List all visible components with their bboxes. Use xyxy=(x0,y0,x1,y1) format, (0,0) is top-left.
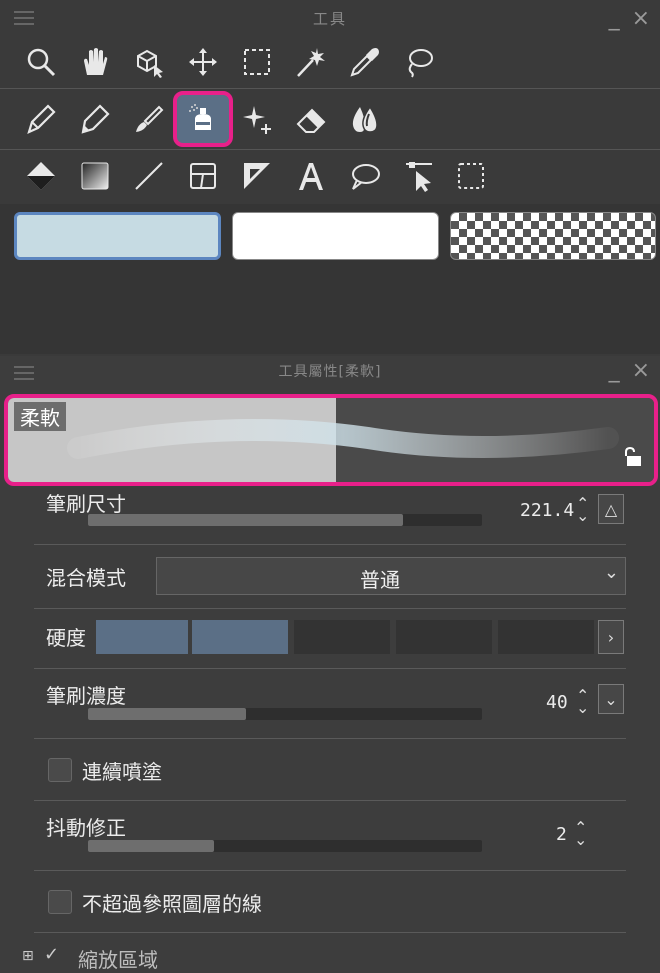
eraser-icon[interactable] xyxy=(290,98,332,140)
magic-wand-icon[interactable] xyxy=(290,41,332,83)
blend-mode-value: 普通 xyxy=(360,568,400,592)
lasso-icon[interactable] xyxy=(398,41,440,83)
tool-panel-titlebar: 工具 _ × xyxy=(0,0,660,36)
preview-label: 柔軟 xyxy=(14,402,66,431)
tool-row-3 xyxy=(0,150,660,204)
brush-size-spinner[interactable]: ⌃ ⌄ xyxy=(576,496,589,524)
stabilization-spinner[interactable]: ⌃ ⌄ xyxy=(574,820,587,848)
density-expand-button[interactable]: ⌄ xyxy=(598,684,624,714)
hardness-row: 硬度 › xyxy=(34,610,626,669)
selection-rect-icon[interactable] xyxy=(236,41,278,83)
brush-size-slider[interactable] xyxy=(88,514,482,526)
sub-tool-area xyxy=(0,204,660,354)
brush-density-spinner[interactable]: ⌃ ⌄ xyxy=(576,688,589,716)
check-icon: ✓ xyxy=(44,944,60,965)
props-titlebar: 工具屬性[柔軟] _ × xyxy=(0,356,660,386)
ref-layer-label: 不超過參照圖層的線 xyxy=(82,892,262,916)
ref-layer-row: 不超過參照圖層的線 xyxy=(34,872,626,933)
brush-density-slider-fill xyxy=(88,708,246,720)
magnifier-icon[interactable] xyxy=(20,41,62,83)
stabilization-label: 抖動修正 xyxy=(46,816,126,840)
stabilization-slider[interactable] xyxy=(88,840,482,852)
blend-icon[interactable] xyxy=(344,98,386,140)
hand-icon[interactable] xyxy=(74,41,116,83)
expand-icon[interactable]: ⊞ xyxy=(22,948,34,964)
gradient-icon[interactable] xyxy=(74,155,116,197)
correct-line-icon[interactable] xyxy=(398,155,440,197)
sub-tool-soft[interactable] xyxy=(14,212,221,260)
sub-tool-white[interactable] xyxy=(232,212,439,260)
text-icon[interactable] xyxy=(290,155,332,197)
stabilization-row: 抖動修正 2 ⌃ ⌄ xyxy=(34,802,626,871)
hardness-segment-1[interactable] xyxy=(96,620,188,654)
scale-region-row: ⊞ ✓ 縮放區域 xyxy=(22,942,622,972)
rotate-icon[interactable] xyxy=(128,41,170,83)
close-button[interactable]: × xyxy=(632,6,650,31)
brush-density-slider[interactable] xyxy=(88,708,482,720)
minimize-button[interactable]: _ xyxy=(609,6,620,31)
decoration-icon[interactable] xyxy=(236,98,278,140)
brush-preview: 柔軟 xyxy=(4,394,658,486)
move-icon[interactable] xyxy=(182,41,224,83)
brush-size-value[interactable]: 221.4 xyxy=(520,500,574,521)
continuous-spray-row: 連續噴塗 xyxy=(34,740,626,801)
pencil-icon[interactable] xyxy=(74,98,116,140)
line-icon[interactable] xyxy=(128,155,170,197)
scale-region-label: 縮放區域 xyxy=(78,948,158,972)
brush-size-slider-fill xyxy=(88,514,404,526)
pressure-triangle-button[interactable]: △ xyxy=(598,494,624,524)
props-menu-icon[interactable] xyxy=(14,366,34,384)
fill-icon[interactable] xyxy=(20,155,62,197)
tool-row-1 xyxy=(0,36,660,89)
frame-icon[interactable] xyxy=(182,155,224,197)
sub-tool-transparent[interactable] xyxy=(450,212,656,260)
ruler-icon[interactable] xyxy=(236,155,278,197)
stabilization-value[interactable]: 2 xyxy=(556,824,567,845)
brush-density-value[interactable]: 40 xyxy=(546,692,568,713)
blend-mode-row: 混合模式 普通 ⌄ xyxy=(34,546,626,609)
hardness-segment-3[interactable] xyxy=(294,620,390,654)
blend-mode-select[interactable]: 普通 ⌄ xyxy=(156,557,626,595)
props-close-button[interactable]: × xyxy=(632,358,650,383)
selection-icon[interactable] xyxy=(450,155,492,197)
hardness-segment-4[interactable] xyxy=(396,620,492,654)
brush-density-row: 筆刷濃度 40 ⌃ ⌄ ⌄ xyxy=(34,670,626,739)
balloon-icon[interactable] xyxy=(344,155,386,197)
brush-density-label: 筆刷濃度 xyxy=(46,684,126,708)
tool-panel-title: 工具 xyxy=(312,9,347,28)
continuous-spray-label: 連續噴塗 xyxy=(82,760,162,784)
brush-size-label: 筆刷尺寸 xyxy=(46,492,126,516)
ref-layer-checkbox[interactable] xyxy=(48,890,72,914)
brush-icon[interactable] xyxy=(128,98,170,140)
props-panel-title: 工具屬性[柔軟] xyxy=(278,364,382,380)
chevron-down-icon: ⌄ xyxy=(603,562,619,583)
eyedropper-icon[interactable] xyxy=(344,41,386,83)
airbrush-icon[interactable] xyxy=(173,91,233,147)
hardness-expand-button[interactable]: › xyxy=(598,620,624,654)
hardness-segment-2[interactable] xyxy=(192,620,288,654)
tool-property-panel: 工具屬性[柔軟] _ × 柔軟 筆刷尺寸 221.4 ⌃ ⌄ △ 混合模式 普通… xyxy=(0,356,660,972)
pen-icon[interactable] xyxy=(20,98,62,140)
hardness-label: 硬度 xyxy=(46,626,86,650)
blend-mode-label: 混合模式 xyxy=(46,566,126,590)
continuous-spray-checkbox[interactable] xyxy=(48,758,72,782)
props-minimize-button[interactable]: _ xyxy=(609,358,620,383)
brush-size-row: 筆刷尺寸 221.4 ⌃ ⌄ △ xyxy=(34,488,626,545)
panel-menu-icon[interactable] xyxy=(14,11,34,29)
lock-icon[interactable] xyxy=(622,446,644,472)
tool-row-2 xyxy=(0,89,660,150)
stabilization-slider-fill xyxy=(88,840,215,852)
tool-panel: 工具 _ × xyxy=(0,0,660,356)
hardness-segment-5[interactable] xyxy=(498,620,594,654)
